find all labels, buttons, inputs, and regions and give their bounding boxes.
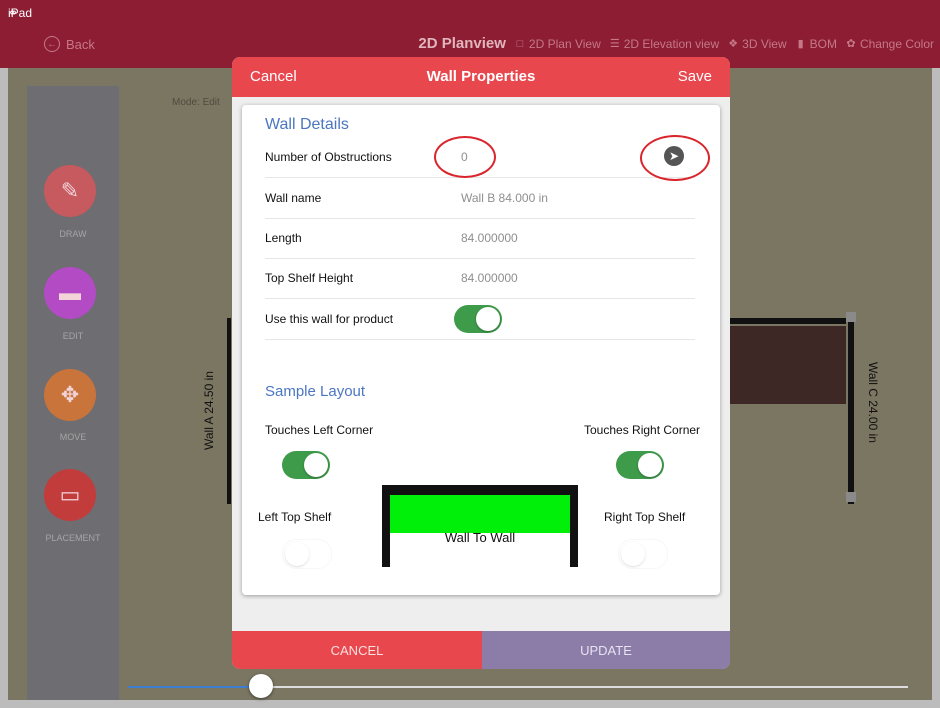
wall-b-area (730, 326, 846, 404)
sample-layout-header: Sample Layout (265, 383, 366, 400)
mode-label: Mode: Edit (172, 97, 220, 108)
wall-diagram-left (382, 485, 390, 567)
tool-sidebar: ✎ DRAW ▬ EDIT ✥ MOVE ▭ PLACEMENT (27, 86, 119, 700)
wall-c-label: Wall C 24.00 in (866, 362, 880, 443)
highlight-oval-obstructions (434, 136, 496, 178)
wall-a-label: Wall A 24.50 in (202, 371, 216, 450)
wall-a[interactable] (227, 318, 231, 504)
nav-label: Change Color (859, 36, 934, 51)
obstructions-label: Number of Obstructions (265, 150, 392, 164)
footer-update-button[interactable]: UPDATE (482, 631, 730, 669)
screen-title: 2D Planview (418, 35, 506, 52)
wall-diagram-right (570, 485, 578, 567)
status-bar: iPad ⚭ (0, 0, 940, 20)
document-icon: ▮ (797, 37, 804, 50)
wall-diagram-top (382, 485, 578, 495)
wall-c-handle-top[interactable] (846, 312, 856, 322)
touches-left-corner-label: Touches Left Corner (265, 423, 374, 437)
wall-diagram-shelf-fill (390, 495, 570, 533)
nav-label: 2D Elevation view (623, 36, 720, 51)
wall-details-card: Wall Details Number of Obstructions 0 ➤ … (242, 105, 720, 595)
edit-tool-label: EDIT (62, 331, 84, 341)
top-shelf-height-label: Top Shelf Height (265, 271, 354, 285)
nav-bom[interactable]: ▮ BOM (795, 37, 837, 51)
plan-view-icon: □ (516, 37, 524, 50)
modal-title: Wall Properties (426, 68, 536, 85)
toggle-knob (476, 307, 500, 331)
nav-2d-elevation-view[interactable]: ☰ 2D Elevation view (609, 37, 719, 51)
placement-tool-label: PLACEMENT (45, 533, 101, 543)
ruler-icon: ▬ (59, 280, 81, 305)
wall-details-header: Wall Details (265, 116, 349, 133)
left-top-shelf-toggle[interactable] (282, 539, 332, 569)
highlight-oval-arrow (640, 135, 710, 181)
back-button[interactable]: ← Back (44, 36, 95, 52)
touches-right-corner-toggle[interactable] (616, 451, 664, 479)
wall-diagram-label: Wall To Wall (444, 530, 516, 545)
length-label: Length (265, 231, 302, 245)
nav-3d-view[interactable]: ❖ 3D View (727, 37, 786, 51)
wall-c-handle-bottom[interactable] (846, 492, 856, 502)
nav-change-color[interactable]: ✿ Change Color (845, 37, 934, 51)
wall-name-row[interactable]: Wall name Wall B 84.000 in (265, 178, 695, 219)
pencil-icon: ✎ (60, 178, 80, 203)
modal-header: Cancel Wall Properties Save (232, 57, 730, 97)
length-row[interactable]: Length 84.000000 (265, 218, 695, 259)
use-wall-label: Use this wall for product (265, 312, 394, 326)
touches-left-corner-toggle[interactable] (282, 451, 330, 479)
move-arrows-icon: ✥ (60, 382, 80, 407)
nav-label: 3D View (742, 36, 787, 51)
use-wall-toggle[interactable] (454, 305, 502, 333)
edit-tool-button[interactable]: ▬ (44, 267, 96, 319)
nav-label: BOM (809, 36, 837, 51)
right-top-shelf-label: Right Top Shelf (604, 510, 686, 524)
back-arrow-icon: ← (44, 36, 60, 52)
zoom-slider-fill (128, 686, 262, 688)
placement-tool-button[interactable]: ▭ (44, 469, 96, 521)
wifi-icon: ⚭ (8, 6, 19, 20)
wall-name-value[interactable]: Wall B 84.000 in (461, 191, 548, 205)
length-value[interactable]: 84.000000 (461, 231, 518, 245)
palette-icon: ✿ (846, 37, 856, 50)
draw-tool-button[interactable]: ✎ (44, 165, 96, 217)
wall-name-label: Wall name (265, 191, 322, 205)
move-tool-label: MOVE (59, 432, 87, 442)
footer-cancel-button[interactable]: CANCEL (232, 631, 482, 669)
move-tool-button[interactable]: ✥ (44, 369, 96, 421)
draw-tool-label: DRAW (59, 229, 87, 239)
nav-2d-plan-view[interactable]: □ 2D Plan View (514, 37, 601, 51)
top-shelf-height-value[interactable]: 84.000000 (461, 271, 518, 285)
cube-icon: ❖ (728, 37, 739, 50)
list-icon: ☰ (609, 37, 620, 50)
back-label: Back (66, 36, 95, 52)
left-top-shelf-label: Left Top Shelf (258, 510, 332, 524)
wall-b[interactable] (730, 318, 846, 324)
modal-save-button[interactable]: Save (678, 68, 712, 85)
wall-properties-modal: Cancel Wall Properties Save Wall Details… (232, 57, 730, 669)
toggle-knob (621, 542, 645, 566)
touches-right-corner-label: Touches Right Corner (584, 423, 701, 437)
right-top-shelf-toggle[interactable] (618, 539, 668, 569)
toggle-knob (285, 542, 309, 566)
nav-label: 2D Plan View (528, 36, 601, 51)
view-nav: 2D Planview □ 2D Plan View ☰ 2D Elevation … (418, 35, 934, 52)
zoom-slider-thumb[interactable] (249, 674, 273, 698)
top-shelf-height-row[interactable]: Top Shelf Height 84.000000 (265, 258, 695, 299)
toggle-knob (304, 453, 328, 477)
wall-c[interactable] (848, 318, 854, 504)
placement-icon: ▭ (59, 482, 81, 507)
toggle-knob (638, 453, 662, 477)
